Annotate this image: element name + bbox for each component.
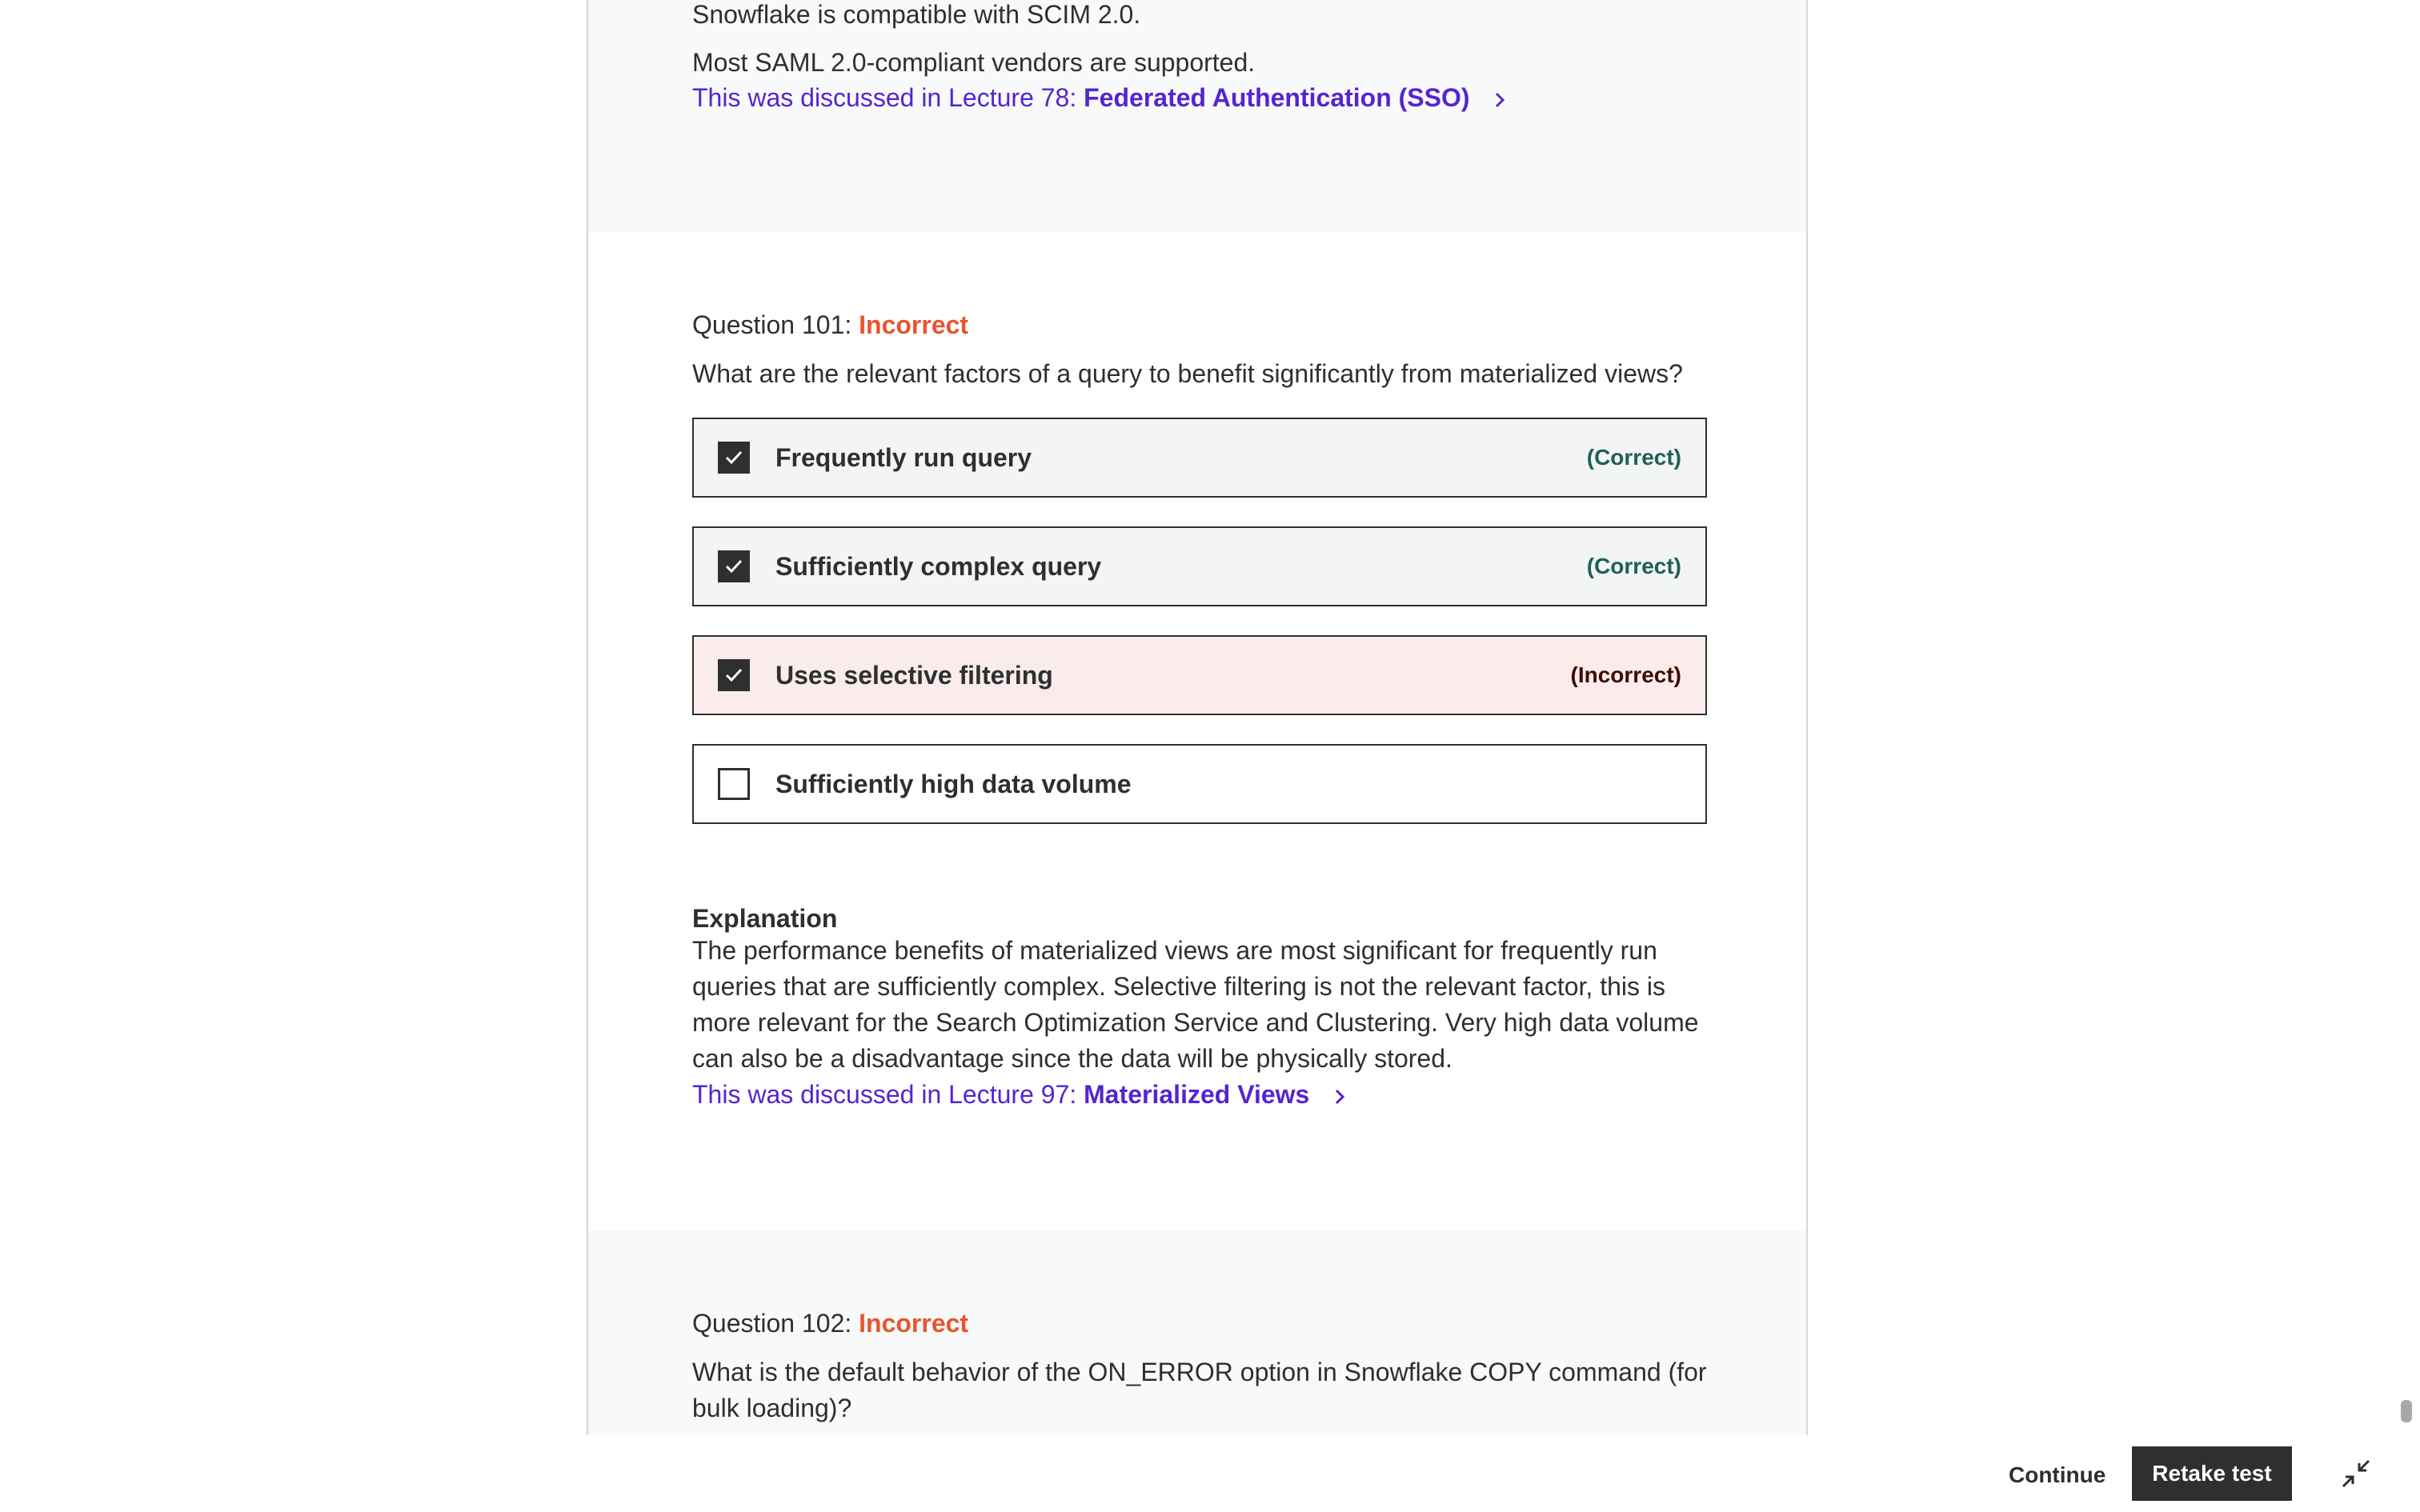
explanation-line: The performance benefits of materialized… [692, 936, 1657, 965]
answer-option-4: Sufficiently high data volume [692, 744, 1707, 824]
question-102-text-line-1: What is the default behavior of the ON_E… [692, 1358, 1707, 1386]
checkmark-icon [725, 450, 743, 465]
chevron-right-icon [1496, 92, 1505, 107]
question-101-heading: Question 101: Incorrect [692, 307, 968, 342]
explanation-line: can also be a disadvantage since the dat… [692, 1044, 1452, 1073]
question-102-section: Question 102: Incorrect What is the defa… [588, 1230, 1806, 1435]
option-label: Uses selective filtering [775, 660, 1053, 690]
explanation-heading: Explanation [692, 904, 838, 933]
chevron-right-icon [1336, 1089, 1345, 1104]
option-result: (Correct) [1586, 445, 1681, 470]
checkmark-icon [725, 668, 743, 682]
question-102-heading: Question 102: Incorrect [692, 1306, 968, 1341]
question-number: Question 101: [692, 310, 852, 339]
answer-option-3: Uses selective filtering (Incorrect) [692, 635, 1707, 715]
question-101-section: Question 101: Incorrect What are the rel… [588, 232, 1806, 1230]
lecture-link-title: Materialized Views [1084, 1080, 1310, 1109]
lecture-link-78[interactable]: This was discussed in Lecture 78: Federa… [692, 80, 1508, 115]
option-checkbox [718, 550, 750, 582]
lecture-link-prefix: This was discussed in Lecture 78: [692, 83, 1077, 112]
checkmark-icon [725, 559, 743, 574]
answer-option-1: Frequently run query (Correct) [692, 418, 1707, 498]
option-checkbox [718, 659, 750, 691]
question-102-text-line-2: bulk loading)? [692, 1394, 852, 1422]
status-badge: Incorrect [859, 310, 969, 339]
option-label: Frequently run query [775, 442, 1032, 472]
answer-option-2: Sufficiently complex query (Correct) [692, 526, 1707, 606]
continue-button[interactable]: Continue [1993, 1453, 2122, 1498]
option-checkbox [718, 442, 750, 474]
lecture-link-prefix: This was discussed in Lecture 97: [692, 1080, 1077, 1109]
review-column: Snowflake is compatible with SCIM 2.0. M… [587, 0, 1808, 1435]
question-number: Question 102: [692, 1309, 852, 1338]
option-label: Sufficiently high data volume [775, 769, 1132, 798]
option-result: (Incorrect) [1570, 662, 1681, 687]
prev-explanation-line-1: Snowflake is compatible with SCIM 2.0. [692, 0, 1141, 29]
option-checkbox [718, 768, 750, 800]
scrollbar-thumb[interactable] [2401, 1400, 2412, 1422]
previous-question-section: Snowflake is compatible with SCIM 2.0. M… [588, 0, 1806, 232]
explanation-line: more relevant for the Search Optimizatio… [692, 1008, 1699, 1037]
explanation-body: The performance benefits of materialized… [692, 933, 1733, 1077]
option-label: Sufficiently complex query [775, 551, 1102, 581]
collapse-icon[interactable] [2340, 1458, 2372, 1490]
retake-test-button[interactable]: Retake test [2132, 1446, 2292, 1501]
explanation-line: queries that are sufficiently complex. S… [692, 972, 1665, 1001]
status-badge: Incorrect [859, 1309, 969, 1338]
quiz-review-viewport: Snowflake is compatible with SCIM 2.0. M… [0, 0, 2420, 1435]
option-result: (Correct) [1586, 554, 1681, 578]
lecture-link-97[interactable]: This was discussed in Lecture 97: Materi… [692, 1077, 1348, 1112]
lecture-link-title: Federated Authentication (SSO) [1084, 83, 1470, 112]
question-101-text: What are the relevant factors of a query… [692, 359, 1683, 388]
prev-explanation-line-2: Most SAML 2.0-compliant vendors are supp… [692, 48, 1256, 77]
